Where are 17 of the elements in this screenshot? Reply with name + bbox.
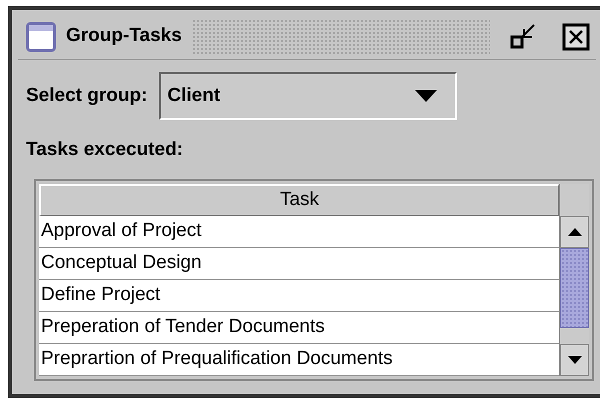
table-cell: Conceptual Design [39,248,559,280]
scrollbar[interactable] [559,184,589,376]
table-cell: Preprartion of Prequalification Documents [39,344,559,376]
scroll-down-icon[interactable] [568,356,582,364]
window-icon [26,22,56,52]
group-dropdown[interactable]: Client [159,72,458,120]
select-group-label: Select group: [26,84,148,108]
table-cell: Preperation of Tender Documents [39,312,559,344]
close-icon[interactable] [562,22,590,50]
caret-icon [415,90,438,102]
scrollbar-thumb[interactable] [560,248,589,328]
table-cell: Approval of Project [39,216,559,248]
table-cell: Define Project [39,280,559,312]
window-title: Group-Tasks [66,24,182,48]
column-header[interactable]: Task [39,184,559,216]
scroll-up-icon[interactable] [568,228,582,236]
tasks-label: Tasks excecuted: [25,138,184,162]
